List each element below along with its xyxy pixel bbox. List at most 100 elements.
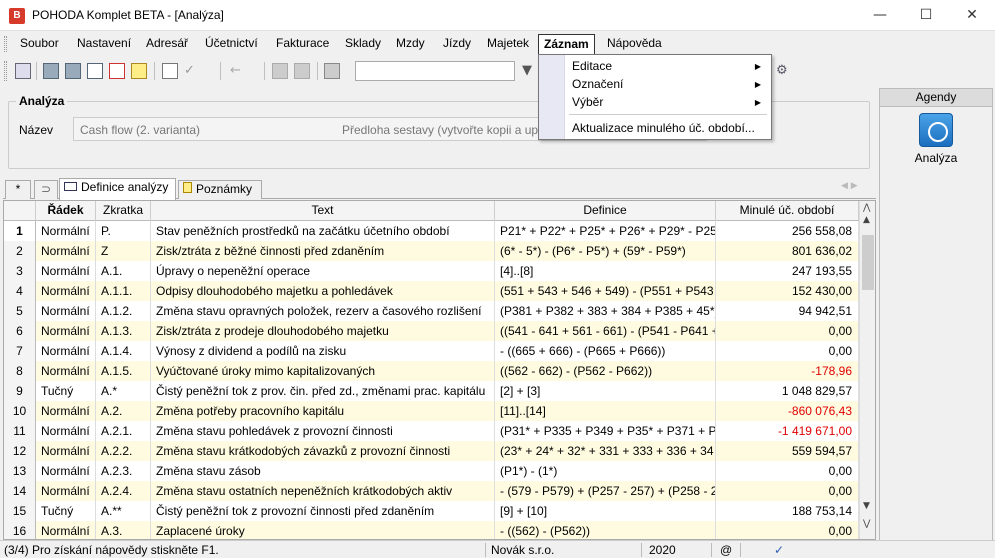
menu-mzdy[interactable]: Mzdy <box>396 36 425 50</box>
row-number: 11 <box>4 421 36 441</box>
status-help-text: (3/4) Pro získání nápovědy stiskněte F1. <box>4 543 219 557</box>
table-row[interactable]: 10 Normální A.2. Změna potřeby pracovního k… <box>4 401 859 421</box>
col-header-minule-obdobi[interactable]: Minulé úč. období <box>716 201 859 221</box>
tab-star[interactable]: * <box>5 180 31 199</box>
edit-icon[interactable]: ✓ <box>184 63 200 79</box>
tab-filter-icon[interactable]: ⊃ <box>34 180 58 199</box>
table-row[interactable]: 15 Tučný A.** Čistý peněžní tok z provozní … <box>4 501 859 521</box>
col-header-zkratka[interactable]: Zkratka <box>96 201 151 221</box>
table-row[interactable]: 12 Normální A.2.2. Změna stavu krátkodobých… <box>4 441 859 461</box>
analyza-agenda-icon[interactable] <box>919 113 953 147</box>
cell-text: Zisk/ztráta z běžné činnosti před zdaněn… <box>151 241 495 261</box>
table-row[interactable]: 5 Normální A.1.2. Změna stavu opravných pol… <box>4 301 859 321</box>
menu-adresar[interactable]: Adresář <box>146 36 188 50</box>
filter-icon[interactable]: ▼ <box>522 63 538 79</box>
dd-item-aktualizace[interactable]: Aktualizace minulého úč. období... <box>572 121 755 135</box>
table-row[interactable]: 1 Normální P. Stav peněžních prostředků na … <box>4 221 859 241</box>
menu-jizdy[interactable]: Jízdy <box>443 36 471 50</box>
cell-zkratka: A.2.2. <box>96 441 151 461</box>
col-header-text[interactable]: Text <box>151 201 495 221</box>
cell-radek: Normální <box>36 341 96 361</box>
table-row[interactable]: 13 Normální A.2.3. Změna stavu zásob (P1*) -… <box>4 461 859 481</box>
table-row[interactable]: 3 Normální A.1. Úpravy o nepeněžní operace[… <box>4 261 859 281</box>
col-header-definice[interactable]: Definice <box>495 201 716 221</box>
toolbar-grip[interactable] <box>4 61 7 81</box>
status-check-icon[interactable]: ✓ <box>774 543 784 557</box>
menu-sklady[interactable]: Sklady <box>345 36 381 50</box>
back-arrow-icon[interactable]: ← <box>230 63 246 79</box>
dd-item-vyber[interactable]: Výběr ▶ <box>572 95 767 109</box>
print-preview-icon[interactable] <box>87 63 103 79</box>
email-icon[interactable] <box>131 63 147 79</box>
table-row[interactable]: 11 Normální A.2.1. Změna stavu pohledávek z… <box>4 421 859 441</box>
dd-item-oznaceni[interactable]: Označení ▶ <box>572 77 767 91</box>
scroll-thumb[interactable] <box>862 235 874 290</box>
table-row[interactable]: 2 Normální Z Zisk/ztráta z běžné činnosti p… <box>4 241 859 261</box>
menubar-grip[interactable] <box>4 36 7 52</box>
cancel-edit-icon[interactable] <box>294 63 310 79</box>
col-header-radek[interactable]: Řádek <box>36 201 96 221</box>
minimize-button[interactable]: — <box>857 0 903 31</box>
cell-definice: P21* + P22* + P25* + P26* + P29* - P25 <box>495 221 716 241</box>
table-row[interactable]: 7 Normální A.1.4. Výnosy z dividend a podíl… <box>4 341 859 361</box>
cell-zkratka: A.2.4. <box>96 481 151 501</box>
table-row[interactable]: 4 Normální A.1.1. Odpisy dlouhodobého majet… <box>4 281 859 301</box>
table-row[interactable]: 8 Normální A.1.5. Vyúčtované úroky mimo kap… <box>4 361 859 381</box>
tab-poznamky[interactable]: Poznámky <box>178 180 262 199</box>
table-row[interactable]: 9 Tučný A.* Čistý peněžní tok z prov. čin. … <box>4 381 859 401</box>
pohoda-app-icon[interactable]: B <box>9 8 25 24</box>
cell-value: 801 636,02 <box>716 241 859 261</box>
tools-icon[interactable]: ⚙ <box>776 63 792 79</box>
save-icon[interactable] <box>272 63 288 79</box>
table-row[interactable]: 14 Normální A.2.4. Změna stavu ostatních ne… <box>4 481 859 501</box>
search-combo[interactable] <box>355 61 515 81</box>
cell-definice: ((562 - 662) - (P562 - P662)) <box>495 361 716 381</box>
scroll-up-icon[interactable]: ▲ <box>863 215 870 225</box>
status-separator <box>740 543 741 557</box>
copy-record-icon[interactable] <box>324 63 340 79</box>
row-number: 15 <box>4 501 36 521</box>
note-icon <box>183 182 192 193</box>
menu-nastaveni[interactable]: Nastavení <box>77 36 131 50</box>
new-record-icon[interactable] <box>162 63 178 79</box>
cell-text: Odpisy dlouhodobého majetku a pohledávek <box>151 281 495 301</box>
maximize-button[interactable]: ☐ <box>903 0 949 31</box>
cell-value: 247 193,55 <box>716 261 859 281</box>
menu-majetek[interactable]: Majetek <box>487 36 529 50</box>
vertical-scrollbar[interactable]: ⋀ ▲ ▼ ⋁ <box>859 201 875 539</box>
menu-soubor[interactable]: Soubor <box>20 36 59 50</box>
scroll-top-icon[interactable]: ⋀ <box>863 203 870 213</box>
print-icon[interactable] <box>43 63 59 79</box>
scroll-down-icon[interactable]: ▼ <box>863 501 870 511</box>
dd-item-editace[interactable]: Editace ▶ <box>572 59 767 73</box>
row-number: 5 <box>4 301 36 321</box>
menu-napoveda[interactable]: Nápověda <box>607 36 662 50</box>
cell-definice: [2] + [3] <box>495 381 716 401</box>
toolbar-separator <box>154 62 155 80</box>
menu-separator <box>569 114 767 115</box>
cell-text: Změna stavu krátkodobých závazků z provo… <box>151 441 495 461</box>
zaznam-dropdown-menu: Editace ▶ Označení ▶ Výběr ▶ Aktualizace… <box>538 54 772 140</box>
menu-zaznam[interactable]: Záznam <box>538 34 595 56</box>
menu-fakturace[interactable]: Fakturace <box>276 36 329 50</box>
title-bar: B POHODA Komplet BETA - [Analýza] — ☐ ✕ <box>0 0 995 31</box>
cell-zkratka: A.3. <box>96 521 151 539</box>
cell-zkratka: A.1.4. <box>96 341 151 361</box>
table-row[interactable]: 6 Normální A.1.3. Zisk/ztráta z prodeje dlo… <box>4 321 859 341</box>
close-agenda-icon[interactable] <box>15 63 31 79</box>
menu-ucetnictvi[interactable]: Účetnictví <box>205 36 258 50</box>
nazev-value: Cash flow (2. varianta) <box>80 123 201 137</box>
pdf-icon[interactable] <box>109 63 125 79</box>
tab-definice-analyzy[interactable]: Definice analýzy <box>59 178 176 200</box>
cell-zkratka: A.1.3. <box>96 321 151 341</box>
cell-zkratka: A.2.3. <box>96 461 151 481</box>
cell-radek: Normální <box>36 521 96 539</box>
print-list-icon[interactable] <box>65 63 81 79</box>
row-number: 6 <box>4 321 36 341</box>
cell-value: 256 558,08 <box>716 221 859 241</box>
tab-scroll-arrows[interactable]: ◀ ▶ <box>841 181 858 191</box>
table-row[interactable]: 16 Normální A.3. Zaplacené úroky - ((562) -… <box>4 521 859 539</box>
scroll-bottom-icon[interactable]: ⋁ <box>863 519 870 529</box>
analyza-agenda-label[interactable]: Analýza <box>880 151 992 165</box>
close-button[interactable]: ✕ <box>949 0 995 31</box>
